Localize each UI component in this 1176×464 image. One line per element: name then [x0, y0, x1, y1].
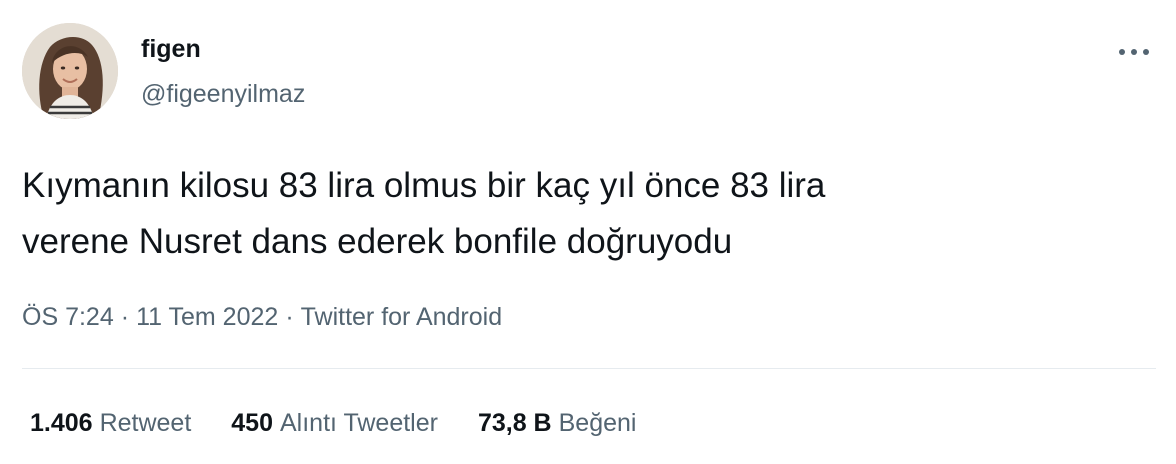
- tweet-date-link[interactable]: 11 Tem 2022: [136, 303, 278, 331]
- stat-label: Beğeni: [558, 409, 637, 437]
- divider: [22, 368, 1156, 369]
- tweet-meta: ÖS 7:24 · 11 Tem 2022 · Twitter for Android: [22, 300, 502, 334]
- profile-photo-icon: [22, 23, 118, 119]
- tweet-text-line: verene Nusret dans ederek bonfile doğruy…: [22, 222, 733, 261]
- more-dots-icon: [1119, 49, 1149, 55]
- meta-separator: ·: [120, 303, 130, 331]
- stat-label: Retweet: [99, 409, 192, 437]
- quote-tweets-count-link[interactable]: 450 Alıntı Tweetler: [231, 406, 438, 440]
- user-handle[interactable]: @figeenyilmaz: [141, 79, 305, 109]
- retweet-count-link[interactable]: 1.406 Retweet: [30, 406, 191, 440]
- stat-count: 73,8 B: [477, 409, 552, 437]
- tweet-source-link[interactable]: Twitter for Android: [301, 303, 502, 331]
- meta-separator: ·: [285, 303, 294, 331]
- tweet-time-link[interactable]: ÖS 7:24: [22, 303, 114, 331]
- stat-count: 450: [231, 409, 273, 437]
- tweet-text-line: Kıymanın kilosu 83 lira olmus bir kaç yı…: [22, 166, 826, 205]
- stat-label: Alıntı Tweetler: [280, 409, 438, 437]
- tweet-text: Kıymanın kilosu 83 lira olmus bir kaç yı…: [22, 158, 1142, 270]
- avatar[interactable]: [22, 23, 118, 119]
- display-name[interactable]: figen: [141, 34, 201, 64]
- tweet-stats: 1.406 Retweet 450 Alıntı Tweetler 73,8 B Be…: [30, 406, 636, 440]
- tweet-card: figen @figeenyilmaz Kıymanın kilosu 83 l…: [0, 0, 1176, 464]
- likes-count-link[interactable]: 73,8 B Beğeni: [478, 406, 637, 440]
- stat-count: 1.406: [30, 409, 93, 437]
- more-options-button[interactable]: [1112, 40, 1156, 64]
